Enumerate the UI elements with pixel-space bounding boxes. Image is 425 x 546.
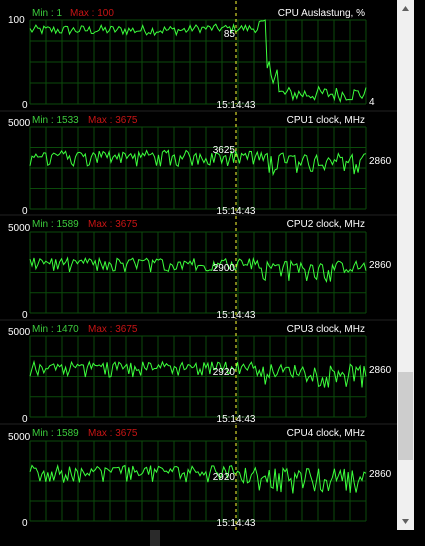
series-line [29,149,367,177]
time-label: 15:14:43 [217,310,256,321]
current-value-label: 2860 [369,156,392,167]
graph-title: CPU2 clock, MHz [287,219,365,230]
graph-title: CPU1 clock, MHz [287,115,365,126]
scroll-up-button[interactable] [397,0,414,17]
current-value-label: 4 [369,97,375,108]
cursor-value-label: 85 [224,29,236,40]
status-strip [0,530,425,546]
graph-title: CPU Auslastung, % [278,8,365,19]
current-value-label: 2860 [369,260,392,271]
cursor-value-label: 2920 [213,472,236,483]
min-value-label: Min : 1589 [32,428,79,439]
max-value-label: Max : 100 [70,8,114,19]
current-value-label: 2860 [369,365,392,376]
max-value-label: Max : 3675 [88,324,138,335]
max-value-label: Max : 3675 [88,115,138,126]
y-axis-min-label: 0 [22,310,28,321]
y-axis-max-label: 5000 [8,327,31,338]
min-value-label: Min : 1470 [32,324,79,335]
cursor-value-label: 3625 [213,145,236,156]
y-axis-min-label: 0 [22,100,28,111]
min-value-label: Min : 1533 [32,115,79,126]
time-label: 15:14:43 [217,100,256,111]
time-label: 15:14:43 [217,518,256,529]
scrollbar-thumb[interactable] [398,372,413,460]
y-axis-max-label: 5000 [8,223,31,234]
max-value-label: Max : 3675 [88,428,138,439]
series-line [29,19,367,104]
y-axis-min-label: 0 [22,414,28,425]
graph-title: CPU3 clock, MHz [287,324,365,335]
min-value-label: Min : 1 [32,8,62,19]
scroll-down-button[interactable] [397,513,414,530]
horizontal-scroll-marker [150,530,160,546]
series-line [29,463,367,494]
chevron-up-icon [402,6,409,11]
hardware-monitor-graphs: 100 0 Min : 1 Max : 100 CPU Auslastung, % 85 4… [0,1,397,530]
chevron-down-icon [402,519,409,524]
current-value-label: 2860 [369,469,392,480]
y-axis-max-label: 5000 [8,432,31,443]
cursor-value-label: 2900 [213,263,236,274]
cursor-value-label: 2920 [213,367,236,378]
max-value-label: Max : 3675 [88,219,138,230]
series-line [29,256,367,284]
y-axis-min-label: 0 [22,518,28,529]
y-axis-max-label: 100 [8,15,25,26]
series-line [29,359,367,388]
graph-title: CPU4 clock, MHz [287,428,365,439]
y-axis-max-label: 5000 [8,118,31,129]
time-label: 15:14:43 [217,414,256,425]
vertical-scrollbar[interactable] [397,0,414,530]
min-value-label: Min : 1589 [32,219,79,230]
